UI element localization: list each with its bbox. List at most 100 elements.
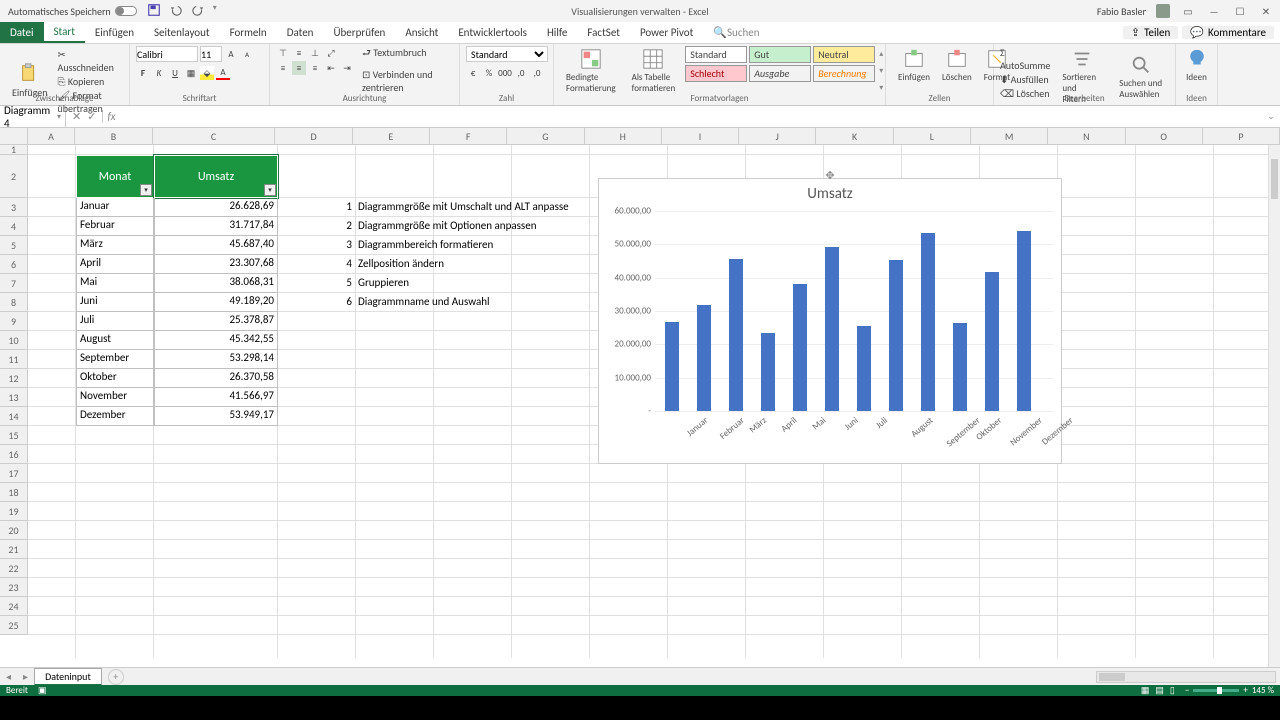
cell-B13[interactable]: November	[76, 388, 154, 407]
tab-ansicht[interactable]: Ansicht	[395, 22, 448, 43]
row-header-3[interactable]: 3	[0, 198, 28, 217]
font-color-button[interactable]: A	[216, 66, 230, 80]
autosave-toggle[interactable]: Automatisches Speichern	[8, 5, 137, 18]
row-header-23[interactable]: 23	[0, 578, 28, 597]
row-header-11[interactable]: 11	[0, 350, 28, 369]
cell-C13[interactable]: 41.566,97	[154, 388, 278, 407]
styles-down-icon[interactable]: ▾	[879, 66, 883, 76]
cell-B12[interactable]: Oktober	[76, 369, 154, 388]
sheet-nav-prev-icon[interactable]: ◂	[0, 670, 17, 683]
cell-B10[interactable]: August	[76, 331, 154, 350]
row-header-19[interactable]: 19	[0, 502, 28, 521]
delete-cells-button[interactable]: Löschen	[936, 46, 978, 85]
tab-ueberpruefen[interactable]: Überprüfen	[323, 22, 395, 43]
tab-start[interactable]: Start	[44, 22, 85, 43]
autosave-switch-icon[interactable]	[115, 6, 137, 16]
row-header-12[interactable]: 12	[0, 369, 28, 388]
row-header-15[interactable]: 15	[0, 426, 28, 445]
chart-bar[interactable]	[697, 305, 711, 411]
cell-style-ausgabe[interactable]: Ausgabe	[749, 65, 811, 82]
tab-formeln[interactable]: Formeln	[220, 22, 277, 43]
chart-title[interactable]: Umsatz	[599, 185, 1061, 203]
chart-bar[interactable]	[985, 272, 999, 411]
cell-E5[interactable]: Diagrammbereich formatieren	[358, 238, 493, 251]
cell-B6[interactable]: April	[76, 255, 154, 274]
currency-icon[interactable]: €	[466, 66, 480, 80]
chart-bar[interactable]	[889, 260, 903, 411]
horizontal-scrollbar[interactable]	[1096, 671, 1276, 683]
minimize-icon[interactable]: —	[1206, 5, 1222, 17]
col-header-h[interactable]: H	[585, 128, 662, 145]
wrap-text-button[interactable]: ⮐ Textumbruch	[362, 46, 453, 63]
formula-input[interactable]	[120, 108, 1262, 125]
spreadsheet-grid[interactable]: ABCDEFGHIJKLMNOP 12345678910111213141516…	[0, 128, 1280, 658]
cell-style-berechnung[interactable]: Berechnung	[813, 65, 875, 82]
search-box[interactable]: 🔍 Suchen	[703, 22, 769, 43]
number-format-select[interactable]: Standard	[466, 46, 548, 62]
cell-B9[interactable]: Juli	[76, 312, 154, 331]
cell-B3[interactable]: Januar	[76, 198, 154, 217]
chart-move-handle-icon[interactable]: ✥	[825, 169, 834, 182]
row-header-21[interactable]: 21	[0, 540, 28, 559]
row-header-1[interactable]: 1	[0, 145, 28, 155]
col-header-d[interactable]: D	[275, 128, 352, 145]
row-header-16[interactable]: 16	[0, 445, 28, 464]
page-layout-view-icon[interactable]: ▤	[1155, 685, 1164, 696]
row-header-25[interactable]: 25	[0, 616, 28, 635]
qat-customize-icon[interactable]: ▾	[213, 3, 217, 20]
tab-hilfe[interactable]: Hilfe	[537, 22, 577, 43]
cell-B7[interactable]: Mai	[76, 274, 154, 293]
align-middle-icon[interactable]: ≡	[292, 46, 306, 60]
row-header-8[interactable]: 8	[0, 293, 28, 312]
col-header-a[interactable]: A	[28, 128, 76, 145]
tab-entwicklertools[interactable]: Entwicklertools	[448, 22, 537, 43]
border-button[interactable]: ▦	[184, 66, 198, 80]
insert-cells-button[interactable]: Einfügen	[892, 46, 936, 85]
vertical-scrollbar[interactable]	[1268, 145, 1280, 667]
cell-C9[interactable]: 25.378,87	[154, 312, 278, 331]
chart-bar[interactable]	[825, 247, 839, 411]
col-header-j[interactable]: J	[739, 128, 816, 145]
indent-dec-icon[interactable]: ⇤	[324, 61, 338, 75]
row-header-22[interactable]: 22	[0, 559, 28, 578]
chart-bar[interactable]	[857, 326, 871, 411]
expand-formula-icon[interactable]: ⌄	[1262, 111, 1280, 122]
fill-color-button[interactable]: ⬙	[200, 66, 214, 80]
filter-button-monat[interactable]: ▾	[140, 184, 152, 196]
col-header-e[interactable]: E	[353, 128, 430, 145]
maximize-icon[interactable]: ☐	[1232, 5, 1248, 17]
cell-C3[interactable]: 26.628,69	[154, 198, 278, 217]
col-header-p[interactable]: P	[1203, 128, 1280, 145]
zoom-slider[interactable]	[1193, 689, 1239, 692]
chart-bar[interactable]	[729, 259, 743, 411]
add-sheet-button[interactable]: +	[108, 669, 124, 685]
inc-decimal-icon[interactable]: ,0	[514, 66, 528, 80]
undo-icon[interactable]	[169, 3, 183, 20]
tab-einfuegen[interactable]: Einfügen	[85, 22, 144, 43]
save-icon[interactable]	[147, 3, 161, 20]
col-header-o[interactable]: O	[1126, 128, 1203, 145]
styles-up-icon[interactable]: ▴	[879, 49, 883, 59]
col-header-b[interactable]: B	[75, 128, 152, 145]
cell-C4[interactable]: 31.717,84	[154, 217, 278, 236]
cut-button[interactable]: ✂ Ausschneiden	[58, 48, 123, 74]
merge-center-button[interactable]: ⊡ Verbinden und zentrieren	[362, 68, 453, 94]
row-header-17[interactable]: 17	[0, 464, 28, 483]
increase-font-icon[interactable]: A	[224, 47, 238, 61]
thousands-icon[interactable]: 000	[498, 66, 512, 80]
format-as-table-button[interactable]: Als Tabelle formatieren	[626, 46, 682, 96]
chart-bar[interactable]	[921, 233, 935, 411]
cell-D3[interactable]: 1	[278, 200, 352, 213]
orientation-icon[interactable]: ⤢	[324, 46, 338, 60]
cell-B4[interactable]: Februar	[76, 217, 154, 236]
col-header-m[interactable]: M	[971, 128, 1048, 145]
chart-plot-area[interactable]: -10.000,0020.000,0030.000,0040.000,0050.…	[655, 211, 1053, 411]
normal-view-icon[interactable]: ▦	[1141, 685, 1150, 696]
cell-E6[interactable]: Zellposition ändern	[358, 257, 444, 270]
row-header-7[interactable]: 7	[0, 274, 28, 293]
cell-E4[interactable]: Diagrammgröße mit Optionen anpassen	[358, 219, 537, 232]
row-header-6[interactable]: 6	[0, 255, 28, 274]
chart-bar[interactable]	[1017, 231, 1031, 411]
cell-C6[interactable]: 23.307,68	[154, 255, 278, 274]
row-header-2[interactable]: 2	[0, 155, 28, 198]
